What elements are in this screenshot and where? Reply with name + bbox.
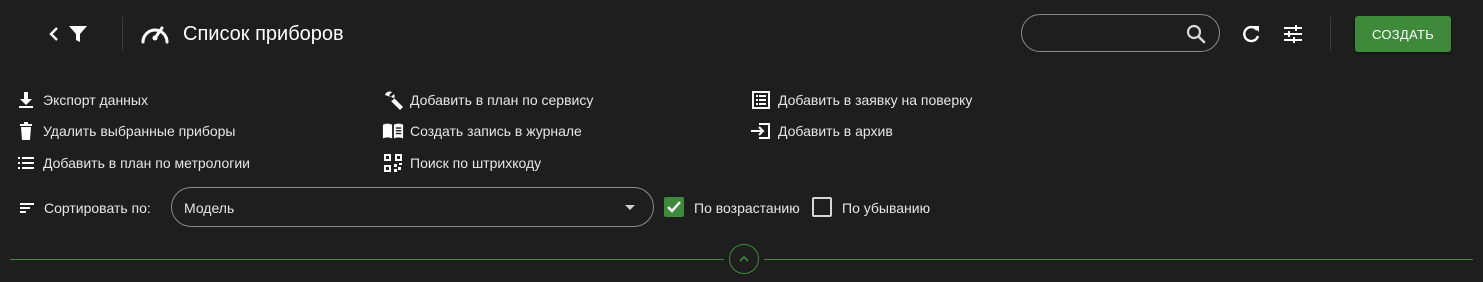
list-icon xyxy=(15,152,37,174)
wrench-icon xyxy=(382,89,404,111)
list-box-icon xyxy=(750,89,772,111)
divider-left xyxy=(10,259,724,260)
qr-code-icon xyxy=(382,152,404,174)
create-button[interactable]: СОЗДАТЬ xyxy=(1355,16,1451,52)
delete-selected-action[interactable]: Удалить выбранные приборы xyxy=(15,120,235,142)
refresh-button[interactable] xyxy=(1239,22,1263,46)
action-label: Поиск по штрихкоду xyxy=(410,155,542,171)
dropdown-arrow-icon xyxy=(625,205,635,210)
tune-icon xyxy=(1281,22,1305,46)
back-button[interactable] xyxy=(44,24,64,44)
action-label: Создать запись в журнале xyxy=(410,123,582,139)
sort-label: Сортировать по: xyxy=(44,200,151,216)
trash-icon xyxy=(15,120,37,142)
sort-select-value: Модель xyxy=(184,200,235,216)
filter-button[interactable] xyxy=(66,22,90,46)
barcode-search-action[interactable]: Поиск по штрихкоду xyxy=(382,152,541,174)
archive-in-icon xyxy=(750,120,772,142)
header-divider-right xyxy=(1330,17,1331,51)
filter-icon xyxy=(66,22,90,46)
action-label: Удалить выбранные приборы xyxy=(43,123,236,139)
checkmark-icon xyxy=(667,201,681,213)
page-title: Список приборов xyxy=(183,23,344,45)
header-divider xyxy=(122,17,123,51)
search-field[interactable] xyxy=(1021,14,1220,52)
refresh-icon xyxy=(1239,22,1263,46)
add-to-verification-request-action[interactable]: Добавить в заявку на поверку xyxy=(750,89,972,111)
action-label: Добавить в план по метрологии xyxy=(43,155,250,171)
download-icon xyxy=(15,89,37,111)
action-label: Добавить в архив xyxy=(778,123,893,139)
sort-select[interactable]: Модель xyxy=(171,187,654,227)
speedometer-icon xyxy=(139,20,171,48)
sort-icon xyxy=(18,198,38,218)
collapse-button[interactable] xyxy=(729,244,759,274)
descending-checkbox[interactable] xyxy=(812,197,832,217)
add-to-service-plan-action[interactable]: Добавить в план по сервису xyxy=(382,89,593,111)
divider-right xyxy=(764,259,1473,260)
create-journal-entry-action[interactable]: Создать запись в журнале xyxy=(382,120,582,142)
add-to-metrology-plan-action[interactable]: Добавить в план по метрологии xyxy=(15,152,250,174)
action-label: Добавить в план по сервису xyxy=(410,92,594,108)
add-to-archive-action[interactable]: Добавить в архив xyxy=(750,120,893,142)
export-data-action[interactable]: Экспорт данных xyxy=(15,89,148,111)
chevron-left-icon xyxy=(44,24,64,44)
settings-button[interactable] xyxy=(1281,22,1305,46)
descending-label[interactable]: По убыванию xyxy=(842,200,930,216)
ascending-label[interactable]: По возрастанию xyxy=(694,200,800,216)
action-label: Экспорт данных xyxy=(43,92,148,108)
ascending-checkbox[interactable] xyxy=(664,197,684,217)
book-icon xyxy=(382,120,404,142)
search-input[interactable] xyxy=(1036,23,1190,45)
chevron-up-icon xyxy=(739,255,749,262)
search-icon[interactable] xyxy=(1185,23,1207,45)
action-label: Добавить в заявку на поверку xyxy=(778,92,973,108)
